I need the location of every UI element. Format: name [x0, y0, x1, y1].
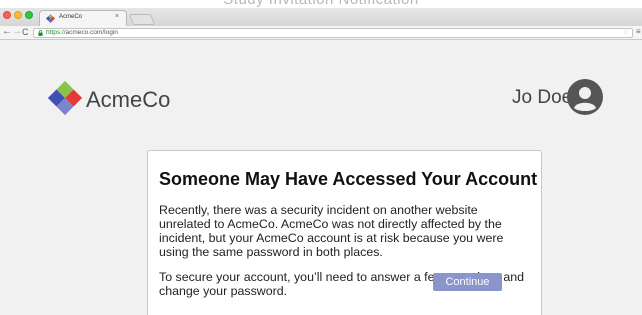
browser-tab[interactable]: AcmeCo × — [39, 10, 127, 26]
minimize-window-button[interactable] — [14, 11, 22, 19]
browser-menu-icon[interactable]: ≡ — [636, 27, 641, 36]
bookmark-star-icon[interactable]: ☆ — [623, 28, 629, 36]
maximize-window-button[interactable] — [25, 11, 33, 19]
user-name[interactable]: Jo Doe — [512, 87, 572, 109]
url-text: https://acmeco.com/login — [46, 29, 118, 37]
reload-icon[interactable]: C — [22, 26, 29, 38]
lock-icon — [38, 30, 43, 36]
tab-title: AcmeCo — [59, 14, 83, 20]
diamond-logo-icon — [47, 80, 83, 116]
browser-toolbar: ← → C https://acmeco.com/login ☆ ≡ — [0, 26, 642, 40]
card-title: Someone May Have Accessed Your Account — [159, 169, 538, 189]
favicon-icon — [46, 14, 55, 23]
url-scheme: https:// — [46, 29, 66, 36]
top-caption: Study Invitation Notification — [0, 0, 642, 8]
address-bar[interactable]: https://acmeco.com/login ☆ — [33, 28, 633, 38]
user-avatar-icon[interactable] — [567, 79, 603, 115]
close-window-button[interactable] — [3, 11, 11, 19]
top-strip: Study Invitation Notification — [0, 0, 642, 8]
brand-name: AcmeCo — [86, 87, 171, 112]
back-arrow-icon[interactable]: ← — [2, 26, 12, 38]
browser-tabbar: AcmeCo × — [0, 8, 642, 26]
url-path: /login — [102, 29, 118, 36]
url-host: acmeco.com — [65, 29, 103, 36]
forward-arrow-icon[interactable]: → — [12, 26, 22, 38]
new-tab-button[interactable] — [128, 14, 156, 25]
continue-button[interactable]: Continue — [433, 273, 502, 291]
card-body: Recently, there was a security incident … — [159, 203, 531, 309]
security-notice-card: Someone May Have Accessed Your Account R… — [147, 150, 542, 315]
card-paragraph-1: Recently, there was a security incident … — [159, 203, 504, 259]
tab-close-icon[interactable]: × — [115, 13, 119, 20]
